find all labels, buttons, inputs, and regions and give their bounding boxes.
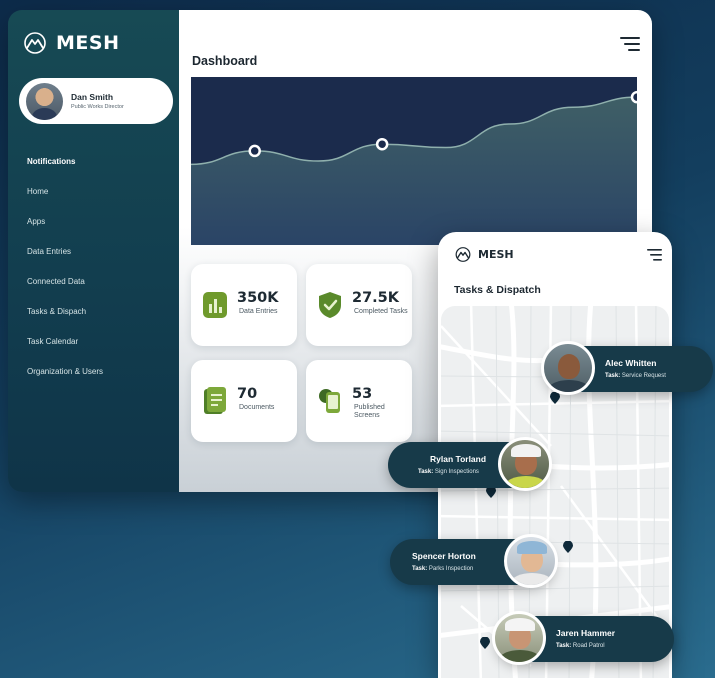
user-role: Public Works Director [71,104,124,110]
map-pin-icon[interactable] [480,637,490,649]
avatar [498,437,552,491]
area-chart [191,90,637,245]
chart-point [375,137,389,151]
stat-label: Published Screens [354,404,385,419]
stat-card-completed-tasks[interactable]: 27.5K Completed Tasks [306,264,412,346]
stat-label: Data Entries [239,308,278,315]
stat-card-documents[interactable]: 70 Documents [191,360,297,442]
stat-card-published-screens[interactable]: 53 Published Screens [306,360,412,442]
mobile-brand[interactable]: MESH [454,247,514,262]
person-card-spencer-horton[interactable]: Spencer Horton Task: Parks Inspection [390,534,558,588]
sidebar-item-organization-users[interactable]: Organization & Users [27,365,103,395]
person-card-alec-whitten[interactable]: Alec Whitten Task: Service Request [541,341,713,395]
avatar [541,341,595,395]
brand-name: MESH [56,32,120,54]
sidebar-item-connected-data[interactable]: Connected Data [27,275,103,305]
person-task: Task: Parks Inspection [412,566,474,572]
sidebar-item-home[interactable]: Home [27,185,103,215]
sidebar-item-notifications[interactable]: Notifications [27,155,103,185]
stat-label: Completed Tasks [354,308,408,315]
bar-chart-icon [203,292,227,318]
person-name: Alec Whitten [605,358,657,368]
stat-card-data-entries[interactable]: 350K Data Entries [191,264,297,346]
person-card-jaren-hammer[interactable]: Jaren Hammer Task: Road Patrol [492,611,674,665]
avatar [26,82,63,120]
person-card-rylan-torland[interactable]: Rylan Torland Task: Sign Inspections [388,437,552,491]
stat-value: 27.5K [352,290,400,306]
user-profile-card[interactable]: Dan Smith Public Works Director [19,78,173,124]
user-name: Dan Smith [71,92,114,102]
person-task: Task: Road Patrol [556,643,605,649]
mobile-page-title: Tasks & Dispatch [454,284,541,296]
document-icon [204,387,226,414]
mountain-logo-icon [455,247,471,262]
person-name: Jaren Hammer [556,628,616,638]
sidebar-nav: Notifications Home Apps Data Entries Con… [27,155,103,395]
person-task: Task: Service Request [605,373,666,379]
chart-area [191,97,637,245]
chart-point [248,144,261,158]
brand[interactable]: MESH [22,32,119,54]
avatar [492,611,546,665]
sidebar-item-apps[interactable]: Apps [27,215,103,245]
stat-value: 350K [237,290,279,306]
shield-check-icon [319,292,341,318]
page-title: Dashboard [192,54,258,68]
screens-icon [319,389,340,413]
stat-value: 53 [352,386,373,402]
person-task: Task: Sign Inspections [418,469,479,475]
map-pin-icon[interactable] [563,541,573,553]
avatar [504,534,558,588]
hamburger-menu-icon[interactable] [647,249,662,261]
stat-value: 70 [237,386,258,402]
mobile-brand-name: MESH [478,248,514,261]
sidebar-item-tasks-dispatch[interactable]: Tasks & Dispach [27,305,103,335]
stat-label: Documents [239,404,275,411]
person-name: Spencer Horton [412,551,476,561]
person-name: Rylan Torland [430,454,487,464]
sidebar: MESH Dan Smith Public Works Director Not… [8,10,179,492]
dashboard-chart [191,77,637,245]
map-pin-icon[interactable] [550,392,560,404]
chart-point [630,90,637,104]
sidebar-item-data-entries[interactable]: Data Entries [27,245,103,275]
hamburger-menu-icon[interactable] [620,36,640,52]
mountain-logo-icon [24,32,46,54]
sidebar-item-task-calendar[interactable]: Task Calendar [27,335,103,365]
